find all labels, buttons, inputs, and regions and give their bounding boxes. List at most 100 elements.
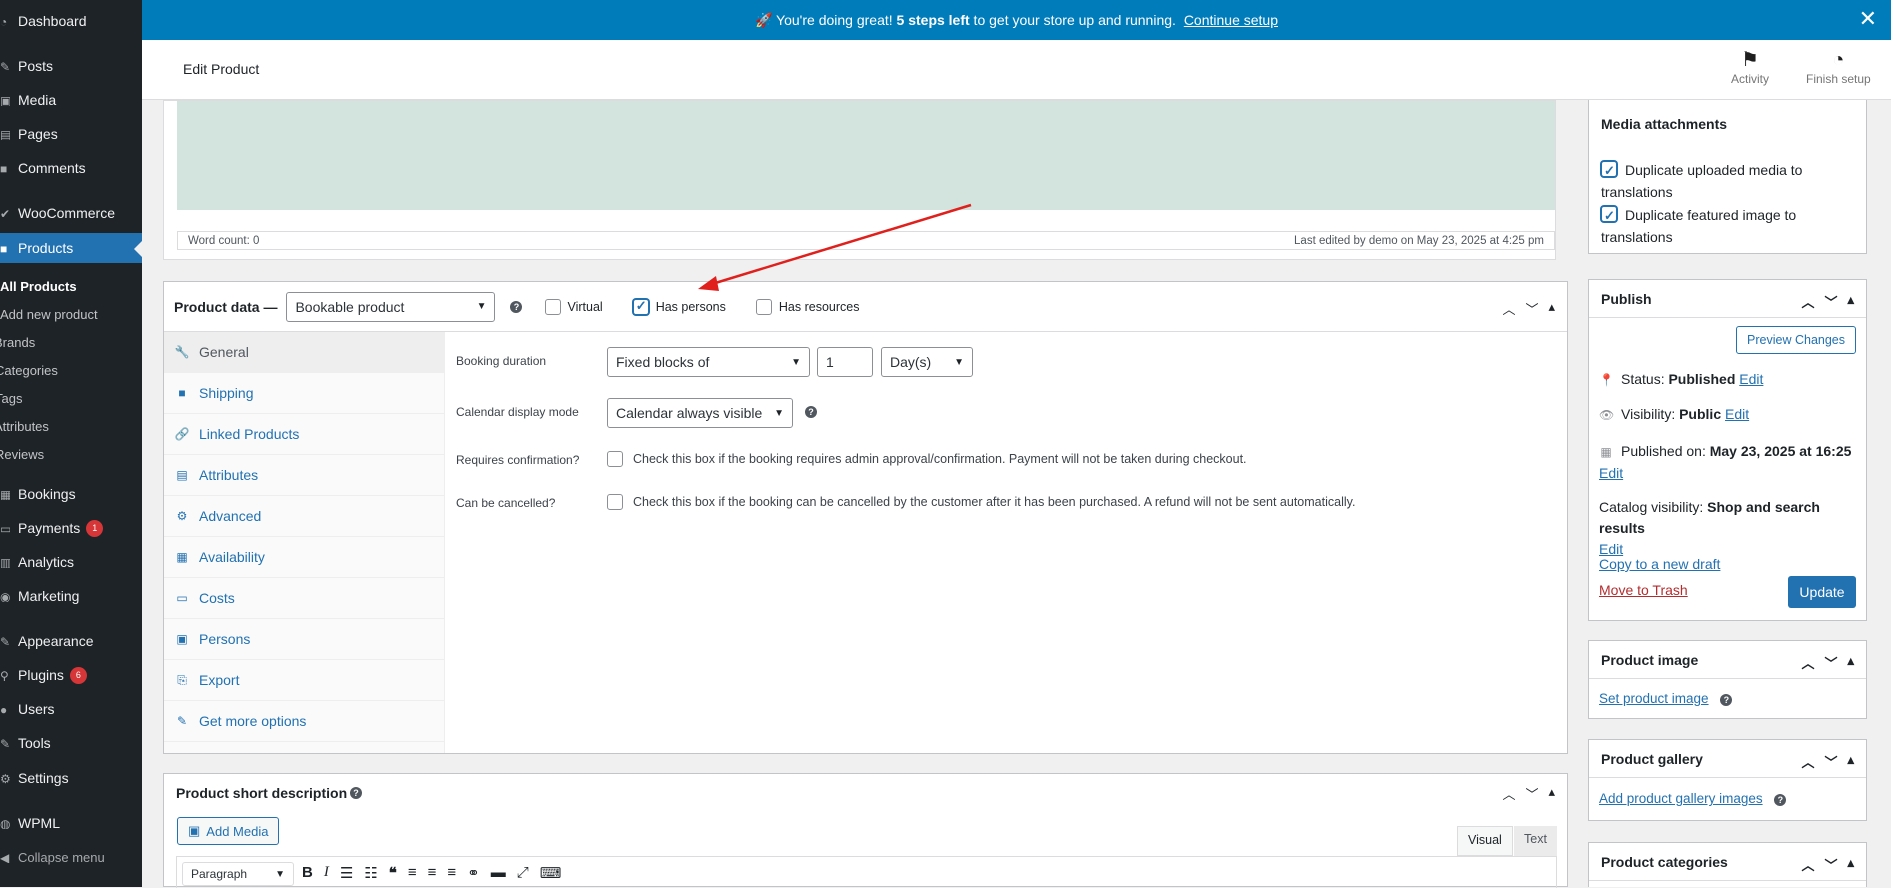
toggle-panel-icon[interactable]: ▴ <box>1548 784 1555 803</box>
product-type-select[interactable]: Bookable product ▼ <box>286 291 496 322</box>
duplicate-featured-option[interactable]: Duplicate featured image to translations <box>1601 204 1856 248</box>
edit-visibility-link[interactable]: Edit <box>1725 406 1749 422</box>
toggle-panel-icon[interactable]: ▴ <box>1847 752 1854 771</box>
has-persons-checkbox[interactable] <box>632 298 649 315</box>
menu-comments[interactable]: ■ Comments <box>0 154 142 182</box>
menu-tools[interactable]: ✎ Tools <box>0 729 142 757</box>
set-product-image-link[interactable]: Set product image <box>1599 691 1709 706</box>
tab-costs[interactable]: ▭ Costs <box>164 578 444 619</box>
has-persons-option[interactable]: Has persons <box>632 298 726 315</box>
virtual-checkbox[interactable] <box>545 298 562 315</box>
continue-setup-link[interactable]: Continue setup <box>1184 12 1278 28</box>
bullet-list-icon[interactable]: ☰ <box>340 864 353 882</box>
menu-settings[interactable]: ⚙ Settings <box>0 764 142 792</box>
move-to-trash-link[interactable]: Move to Trash <box>1599 582 1688 598</box>
can-be-cancelled-checkbox[interactable] <box>607 494 623 510</box>
help-icon[interactable]: ? <box>510 300 523 313</box>
has-resources-option[interactable]: Has resources <box>755 298 859 315</box>
menu-woocommerce[interactable]: ✔ WooCommerce <box>0 199 142 227</box>
menu-media[interactable]: ▣ Media <box>0 86 142 114</box>
link-icon[interactable]: ⚭ <box>467 864 480 882</box>
text-tab[interactable]: Text <box>1514 826 1557 856</box>
tab-get-more-options[interactable]: ✎ Get more options <box>164 701 444 742</box>
activity-button[interactable]: ⚑ Activity <box>1731 48 1769 86</box>
submenu-tags[interactable]: Tags <box>0 386 142 410</box>
finish-setup-button[interactable]: ◔ Finish setup <box>1806 48 1871 86</box>
menu-appearance[interactable]: ✎ Appearance <box>0 627 142 655</box>
tab-persons[interactable]: ▣ Persons <box>164 619 444 660</box>
move-up-icon[interactable]: ︿ <box>1801 855 1814 874</box>
booking-duration-type-select[interactable]: Fixed blocks of ▼ <box>607 347 810 377</box>
align-left-icon[interactable]: ≡ <box>408 864 417 882</box>
submenu-add-new-product[interactable]: Add new product <box>0 302 142 326</box>
move-up-icon[interactable]: ︿ <box>1801 752 1814 771</box>
quote-icon[interactable]: ❝ <box>389 864 397 882</box>
menu-users[interactable]: ● Users <box>0 695 142 723</box>
booking-duration-input[interactable]: 1 <box>817 347 873 377</box>
move-down-icon[interactable]: ﹀ <box>1824 653 1837 672</box>
format-select[interactable]: Paragraph ▼ <box>182 862 294 886</box>
menu-plugins[interactable]: ⚲ Plugins 6 <box>0 661 142 689</box>
submenu-reviews[interactable]: Reviews <box>0 442 142 466</box>
duplicate-featured-checkbox[interactable] <box>1601 205 1617 227</box>
move-up-icon[interactable]: ︿ <box>1801 292 1814 311</box>
help-icon[interactable]: ? <box>1774 794 1787 806</box>
menu-products[interactable]: ■ Products <box>0 233 142 263</box>
menu-collapse[interactable]: ◀ Collapse menu <box>0 843 142 871</box>
menu-pages[interactable]: ▤ Pages <box>0 120 142 148</box>
calendar-display-select[interactable]: Calendar always visible ▼ <box>607 398 793 428</box>
submenu-brands[interactable]: Brands <box>0 330 142 354</box>
tab-linked-products[interactable]: 🔗 Linked Products <box>164 414 444 455</box>
move-down-icon[interactable]: ﹀ <box>1824 855 1837 874</box>
align-right-icon[interactable]: ≡ <box>447 864 456 882</box>
move-down-icon[interactable]: ﹀ <box>1525 784 1538 803</box>
align-center-icon[interactable]: ≡ <box>428 864 437 882</box>
tab-shipping[interactable]: ■ Shipping <box>164 373 444 414</box>
preview-changes-button[interactable]: Preview Changes <box>1736 326 1856 354</box>
move-down-icon[interactable]: ﹀ <box>1824 752 1837 771</box>
help-icon[interactable]: ? <box>1720 694 1733 706</box>
move-up-icon[interactable]: ︿ <box>1801 653 1814 672</box>
italic-icon[interactable]: I <box>324 864 329 882</box>
add-media-button[interactable]: ▣ Add Media <box>177 817 280 845</box>
menu-analytics[interactable]: ▥ Analytics <box>0 548 142 576</box>
edit-date-link[interactable]: Edit <box>1599 465 1623 481</box>
submenu-all-products[interactable]: All Products <box>0 274 142 298</box>
submenu-attributes[interactable]: Attributes <box>0 414 142 438</box>
toggle-panel-icon[interactable]: ▴ <box>1847 855 1854 874</box>
menu-posts[interactable]: ✎ Posts <box>0 52 142 80</box>
menu-marketing[interactable]: ◉ Marketing <box>0 582 142 610</box>
menu-dashboard[interactable]: ◔ Dashboard <box>0 7 142 35</box>
menu-bookings[interactable]: ▦ Bookings <box>0 480 142 508</box>
read-more-icon[interactable]: ▬ <box>491 864 506 882</box>
menu-wpml[interactable]: ◍ WPML <box>0 809 142 837</box>
tab-advanced[interactable]: ⚙ Advanced <box>164 496 444 537</box>
tab-export[interactable]: ⎘ Export <box>164 660 444 701</box>
tab-attributes[interactable]: ▤ Attributes <box>164 455 444 496</box>
toggle-panel-icon[interactable]: ▴ <box>1847 653 1854 672</box>
bold-icon[interactable]: B <box>302 864 313 882</box>
toggle-panel-icon[interactable]: ▴ <box>1847 292 1854 311</box>
update-button[interactable]: Update <box>1788 576 1856 608</box>
help-icon[interactable]: ? <box>805 406 817 418</box>
tab-general[interactable]: 🔧 General <box>164 332 444 373</box>
copy-to-draft-link[interactable]: Copy to a new draft <box>1599 556 1720 572</box>
submenu-categories[interactable]: Categories <box>0 358 142 382</box>
edit-status-link[interactable]: Edit <box>1739 371 1763 387</box>
numbered-list-icon[interactable]: ☷ <box>364 864 377 882</box>
menu-payments[interactable]: ▭ Payments 1 <box>0 514 142 542</box>
has-resources-checkbox[interactable] <box>755 298 772 315</box>
duplicate-media-option[interactable]: Duplicate uploaded media to translations <box>1601 159 1856 203</box>
edit-catalog-link[interactable]: Edit <box>1599 541 1623 557</box>
editor-content-area[interactable] <box>177 101 1555 210</box>
move-down-icon[interactable]: ﹀ <box>1824 292 1837 311</box>
requires-confirmation-checkbox[interactable] <box>607 451 623 467</box>
help-icon[interactable]: ? <box>350 787 362 799</box>
keyboard-icon[interactable]: ⌨ <box>540 864 562 882</box>
tab-availability[interactable]: ▦ Availability <box>164 537 444 578</box>
add-gallery-images-link[interactable]: Add product gallery images <box>1599 791 1763 806</box>
toggle-panel-icon[interactable]: ▴ <box>1548 299 1555 318</box>
booking-duration-unit-select[interactable]: Day(s) ▼ <box>881 347 973 377</box>
move-down-icon[interactable]: ﹀ <box>1525 299 1538 318</box>
close-icon[interactable]: ✕ <box>1859 8 1877 30</box>
